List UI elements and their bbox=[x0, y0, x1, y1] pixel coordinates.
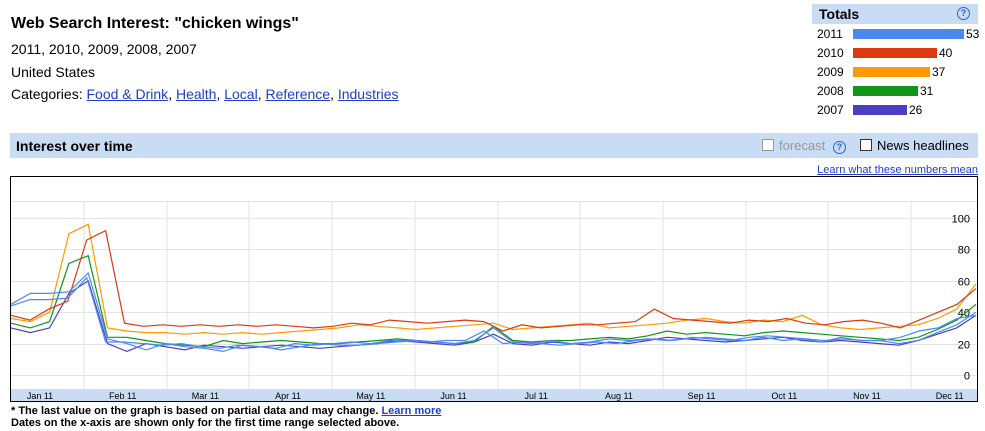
years-list: 2011, 2010, 2009, 2008, 2007 bbox=[11, 41, 197, 57]
totals-bar bbox=[853, 105, 907, 115]
totals-row-2010: 2010 40 bbox=[812, 43, 978, 62]
totals-year: 2010 bbox=[817, 46, 844, 60]
x-tick-label: Jan 11 bbox=[27, 391, 53, 401]
categories-label: Categories: bbox=[11, 86, 83, 102]
x-axis-note: Dates on the x-axis are shown only for t… bbox=[11, 417, 400, 429]
x-tick-label: Oct 11 bbox=[771, 391, 797, 401]
totals-row-2009: 2009 37 bbox=[812, 62, 978, 81]
totals-year: 2008 bbox=[817, 84, 844, 98]
x-axis-strip bbox=[11, 389, 977, 401]
totals-bar bbox=[853, 48, 937, 58]
x-tick-label: Jul 11 bbox=[525, 391, 548, 401]
y-tick-label: 20 bbox=[958, 340, 970, 352]
help-icon[interactable]: ? bbox=[957, 7, 970, 20]
totals-year: 2007 bbox=[817, 103, 844, 117]
learn-more-link[interactable]: Learn more bbox=[381, 405, 441, 417]
y-tick-label: 60 bbox=[958, 277, 970, 289]
categories-line: Categories: Food & Drink, Health, Local,… bbox=[11, 86, 399, 102]
footer-notes: * The last value on the graph is based o… bbox=[11, 405, 441, 429]
page-title: Web Search Interest: "chicken wings" bbox=[11, 15, 299, 32]
totals-row-2008: 2008 31 bbox=[812, 81, 978, 100]
forecast-toggle: forecast ? bbox=[762, 138, 846, 154]
totals-panel: Totals ? 2011 53 2010 40 2009 37 2008 31 2007 26 bbox=[812, 4, 980, 119]
x-tick-label: Sep 11 bbox=[688, 391, 716, 401]
x-tick-label: Feb 11 bbox=[109, 391, 136, 401]
interest-over-time-title: Interest over time bbox=[16, 138, 133, 154]
region-label: United States bbox=[11, 64, 96, 80]
totals-row-2011: 2011 53 bbox=[812, 24, 980, 43]
learn-numbers-link[interactable]: Learn what these numbers mean bbox=[817, 164, 978, 176]
category-link-industries[interactable]: Industries bbox=[338, 86, 399, 102]
category-link-health[interactable]: Health bbox=[176, 86, 216, 102]
category-link-local[interactable]: Local bbox=[224, 86, 257, 102]
x-tick-label: Dec 11 bbox=[936, 391, 964, 401]
totals-bar bbox=[853, 29, 964, 39]
news-headlines-checkbox[interactable] bbox=[860, 139, 872, 151]
totals-year: 2011 bbox=[817, 27, 843, 41]
totals-value: 26 bbox=[909, 103, 923, 117]
x-tick-label: Aug 11 bbox=[605, 391, 633, 401]
x-tick-label: Jun 11 bbox=[440, 391, 466, 401]
totals-value: 53 bbox=[966, 27, 980, 41]
y-tick-label: 100 bbox=[952, 214, 970, 226]
totals-bar bbox=[853, 86, 918, 96]
x-tick-label: May 11 bbox=[356, 391, 385, 401]
totals-year: 2009 bbox=[817, 65, 844, 79]
partial-data-note: * The last value on the graph is based o… bbox=[11, 405, 379, 417]
news-headlines-toggle[interactable]: News headlines bbox=[860, 138, 969, 153]
news-headlines-label: News headlines bbox=[877, 138, 969, 153]
totals-value: 31 bbox=[920, 84, 934, 98]
x-tick-label: Mar 11 bbox=[192, 391, 219, 401]
forecast-checkbox bbox=[762, 139, 774, 151]
totals-title: Totals bbox=[819, 6, 860, 22]
forecast-help-icon[interactable]: ? bbox=[832, 141, 846, 154]
x-tick-label: Apr 11 bbox=[275, 391, 301, 401]
chart-frame bbox=[10, 176, 978, 402]
category-link-reference[interactable]: Reference bbox=[265, 86, 330, 102]
y-tick-label: 80 bbox=[958, 245, 970, 257]
totals-rows: 2011 53 2010 40 2009 37 2008 31 2007 26 bbox=[812, 24, 980, 119]
y-tick-label: 0 bbox=[964, 371, 970, 383]
interest-chart: 020406080100Jan 11 Feb 11 Mar 11 Apr 11 May … bbox=[10, 176, 978, 402]
x-tick-label: Nov 11 bbox=[853, 391, 881, 401]
totals-header: Totals ? bbox=[812, 4, 978, 24]
forecast-label: forecast bbox=[779, 138, 826, 153]
totals-row-2007: 2007 26 bbox=[812, 100, 978, 119]
totals-value: 40 bbox=[939, 46, 953, 60]
totals-value: 37 bbox=[932, 65, 946, 79]
interest-over-time-bar: Interest over time forecast ? News headl… bbox=[10, 133, 978, 158]
totals-bar bbox=[853, 67, 930, 77]
category-link-food-drink[interactable]: Food & Drink bbox=[86, 86, 168, 102]
